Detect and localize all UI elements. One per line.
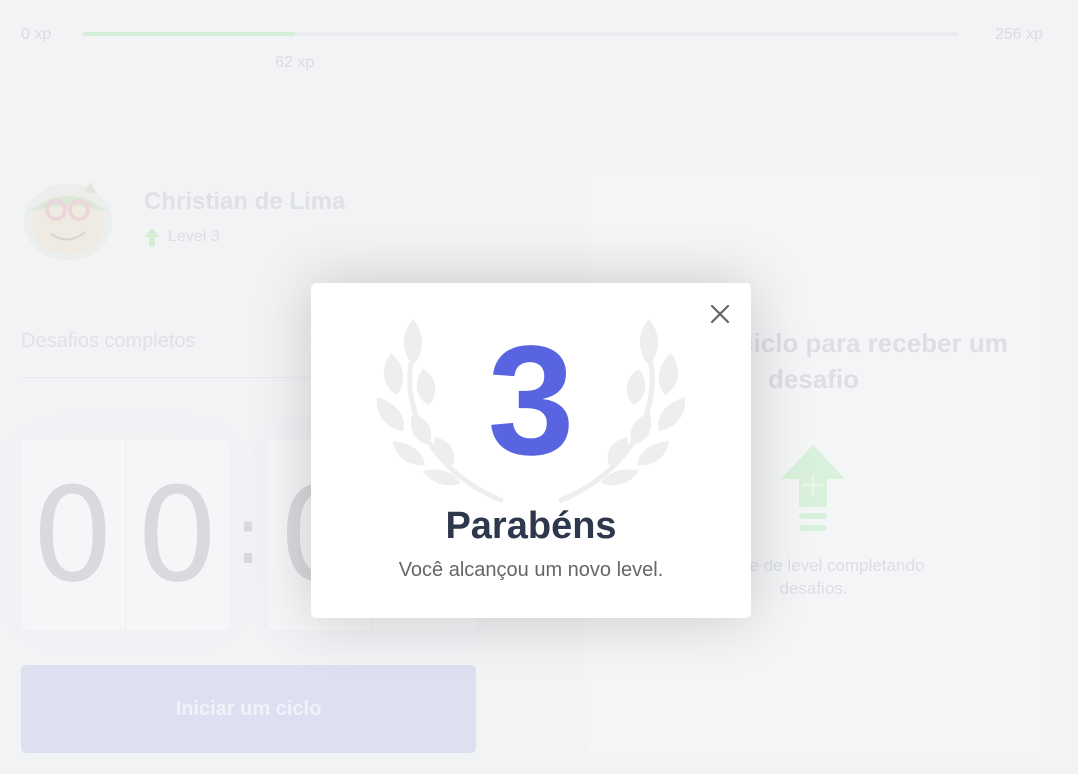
modal-subtitle: Você alcançou um novo level. (398, 559, 664, 581)
new-level-number: 3 (487, 314, 575, 488)
level-up-modal: 3 Parabéns Você alcançou um novo level. (311, 283, 751, 618)
modal-title: Parabéns (445, 505, 617, 547)
app-page: 0 xp 62 xp 256 xp Christian de Lima Leve… (0, 0, 1078, 774)
close-icon[interactable] (709, 303, 731, 325)
